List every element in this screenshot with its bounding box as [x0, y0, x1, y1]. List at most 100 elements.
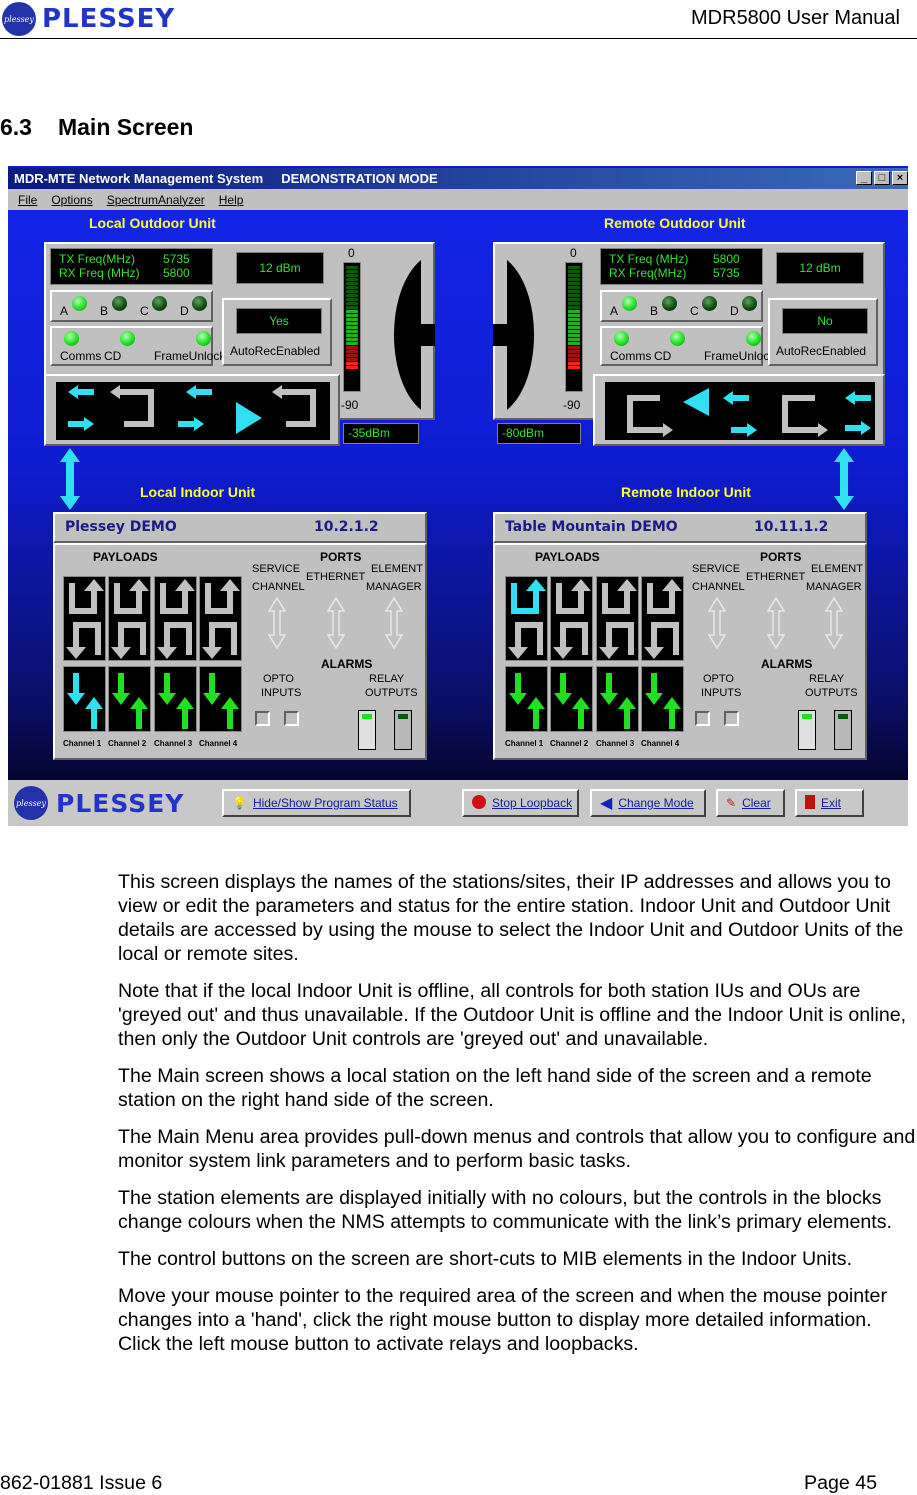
meter-segment — [568, 286, 580, 289]
element-manager-port-icon[interactable] — [384, 596, 404, 654]
clear-button[interactable]: ✎ Clear — [716, 789, 785, 817]
meter-segment — [568, 302, 580, 305]
autorec-group[interactable]: Yes AutoRecEnabled — [222, 298, 332, 366]
autorec-group[interactable]: No AutoRecEnabled — [768, 298, 878, 366]
channel-status-4[interactable] — [641, 666, 684, 732]
exit-button[interactable]: Exit — [795, 789, 864, 817]
rx-freq-value: 5735 — [713, 266, 740, 280]
meter-segment — [568, 330, 580, 333]
channel-loopback-1[interactable] — [505, 576, 548, 661]
meter-segment — [568, 274, 580, 277]
loopback-arrows-icon[interactable] — [605, 382, 875, 440]
stop-loopback-button[interactable]: Stop Loopback — [462, 789, 579, 817]
channel-status-3[interactable] — [154, 666, 197, 732]
relay-output-switch-2[interactable] — [394, 710, 412, 750]
local-outdoor-label: Local Outdoor Unit — [89, 215, 216, 231]
opto-input-2[interactable] — [284, 711, 299, 726]
relay-led — [802, 714, 812, 719]
minimize-icon[interactable]: _ — [856, 171, 872, 185]
stop-icon — [472, 794, 486, 812]
button-label: Change Mode — [618, 796, 694, 810]
channel-label: Channel 1 — [505, 739, 544, 748]
channel-loopback-4[interactable] — [641, 576, 684, 661]
channel-status-2[interactable] — [108, 666, 151, 732]
status-led — [120, 331, 135, 346]
channel-status-2[interactable] — [550, 666, 593, 732]
meter-segment — [346, 318, 358, 321]
opto-input-1[interactable] — [255, 711, 270, 726]
led-indicator-a — [622, 296, 637, 311]
channel-loopback-2[interactable] — [550, 576, 593, 661]
meter-top-label: 0 — [348, 246, 355, 260]
meter-segment — [568, 290, 580, 293]
meter-segment — [346, 278, 358, 281]
station-name: Table Mountain DEMO — [505, 519, 678, 535]
relay-output-switch-1[interactable] — [358, 710, 376, 750]
button-label: Clear — [742, 796, 771, 810]
menu-help[interactable]: Help — [219, 193, 244, 207]
channel-status-4[interactable] — [199, 666, 242, 732]
loopback-panel[interactable] — [44, 374, 340, 446]
remote_indoor-header[interactable]: Table Mountain DEMO 10.11.1.2 — [493, 512, 867, 543]
menu-spectrum-analyzer[interactable]: SpectrumAnalyzer — [107, 193, 205, 207]
led-indicator-b — [662, 296, 677, 311]
service-channel-port-icon[interactable] — [267, 596, 287, 654]
service-label: SERVICE — [252, 563, 301, 575]
opto-label: OPTO — [263, 673, 294, 685]
meter-segment — [346, 266, 358, 269]
relay-output-switch-2[interactable] — [834, 710, 852, 750]
local_indoor-body[interactable]: PAYLOADS Channel 1 Channel 2 Channel 3 Chann… — [53, 543, 427, 760]
body-paragraph: The Main screen shows a local station on… — [118, 1065, 872, 1111]
meter-segment — [346, 350, 358, 353]
led-label-d: D — [730, 304, 739, 318]
channel-loopback-3[interactable] — [596, 576, 639, 661]
loopback-arrows-icon[interactable] — [56, 382, 330, 440]
window-titlebar: MDR-MTE Network Management System DEMONS… — [8, 168, 908, 189]
meter-segment — [346, 362, 358, 365]
opto-input-2[interactable] — [724, 711, 739, 726]
led-label-a: A — [60, 304, 69, 318]
frequency-display: TX Freq(MHz) 5735 RX Freq (MHz) 5800 — [50, 248, 213, 285]
meter-segment — [568, 306, 580, 309]
meter-segment — [346, 286, 358, 289]
menu-file[interactable]: File — [18, 193, 37, 207]
close-icon[interactable]: × — [892, 171, 908, 185]
meter-segment — [346, 326, 358, 329]
meter-segment — [568, 362, 580, 365]
opto-label: OPTO — [703, 673, 734, 685]
loopback-panel[interactable] — [593, 374, 885, 446]
change-mode-button[interactable]: ◀ Change Mode — [590, 789, 706, 817]
menu-options[interactable]: Options — [51, 193, 92, 207]
channel-status-3[interactable] — [596, 666, 639, 732]
body-paragraph: This screen displays the names of the st… — [118, 871, 904, 965]
nms-main-screen-screenshot: MDR-MTE Network Management System DEMONS… — [8, 166, 908, 826]
channel-loopback-2[interactable] — [108, 576, 151, 661]
relay-output-switch-1[interactable] — [798, 710, 816, 750]
ethernet-port-icon[interactable] — [326, 596, 346, 654]
hide-show-program-status-button[interactable]: 💡 Hide/Show Program Status — [222, 789, 411, 817]
channel-loopback-4[interactable] — [199, 576, 242, 661]
opto-input-1[interactable] — [695, 711, 710, 726]
exit-icon — [805, 794, 815, 812]
ethernet-port-icon[interactable] — [766, 596, 786, 654]
relay-label: RELAY — [369, 673, 405, 685]
channel-loopback-1[interactable] — [63, 576, 106, 661]
channel-loopback-3[interactable] — [154, 576, 197, 661]
meter-segment — [346, 334, 358, 337]
channel-label: CHANNEL — [252, 581, 305, 593]
service-channel-port-icon[interactable] — [707, 596, 727, 654]
remote_indoor-body[interactable]: PAYLOADS Channel 1 Channel 2 Channel 3 Chann… — [493, 543, 867, 760]
maximize-icon[interactable]: □ — [874, 171, 890, 185]
ab-cd-led-group: A B C D — [50, 290, 213, 322]
back-arrow-icon: ◀ — [600, 795, 613, 812]
channel-status-1[interactable] — [505, 666, 548, 732]
station-ip: 10.2.1.2 — [314, 519, 379, 535]
element-manager-port-icon[interactable] — [824, 596, 844, 654]
tx-power-display: 12 dBm — [236, 252, 324, 284]
footer-page: Page 45 — [804, 1472, 877, 1494]
element-label: ELEMENT — [371, 563, 423, 575]
tx-freq-label: TX Freq (MHz) — [609, 252, 689, 266]
local_indoor-header[interactable]: Plessey DEMO 10.2.1.2 — [53, 512, 427, 543]
channel-status-1[interactable] — [63, 666, 106, 732]
tx-frequency-row: TX Freq (MHz) 5800 — [609, 252, 754, 266]
